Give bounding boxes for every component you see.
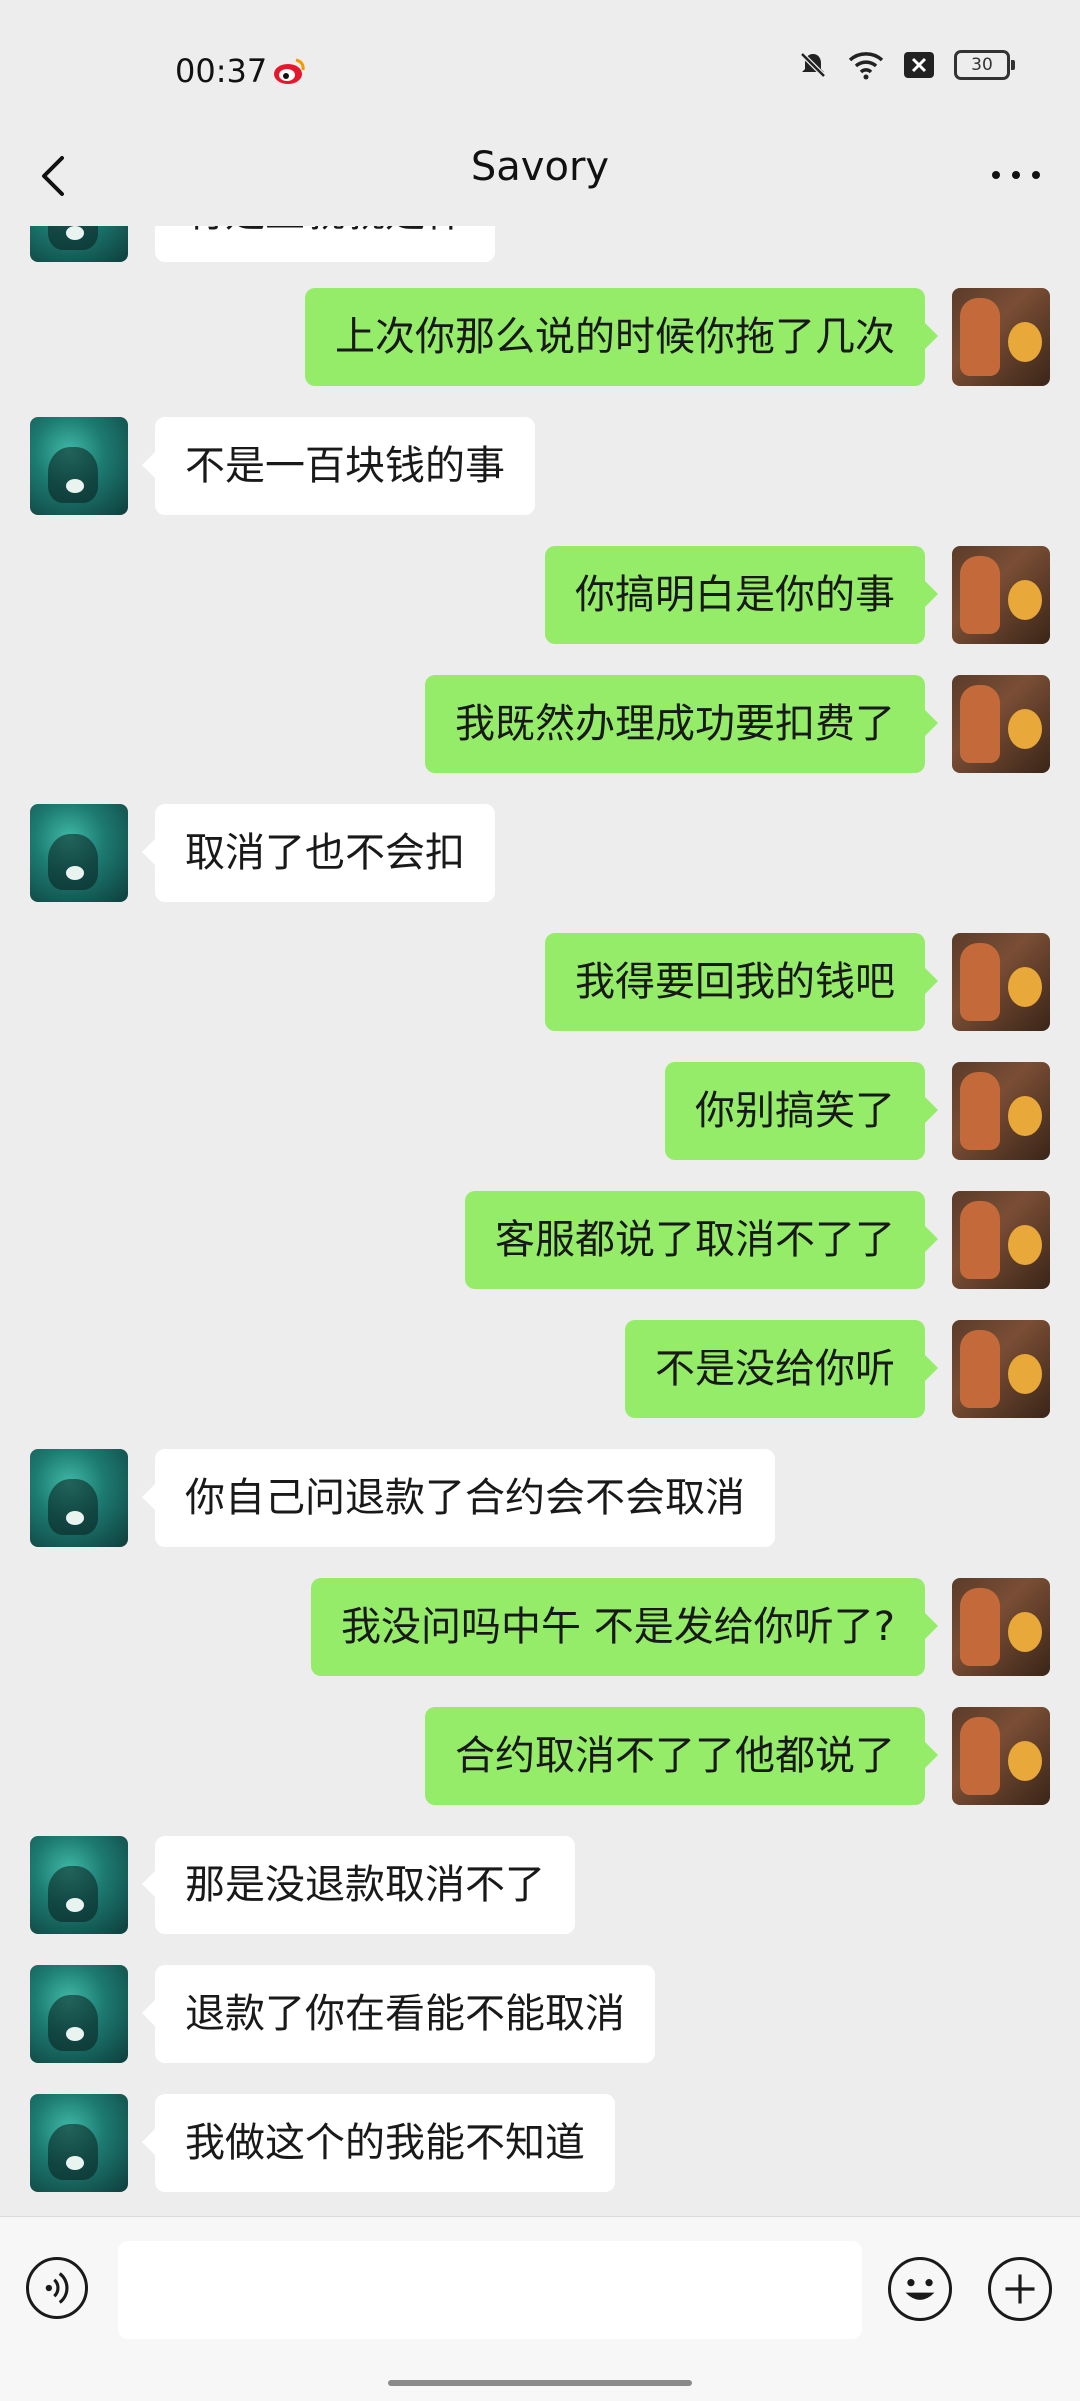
- plus-icon[interactable]: [988, 2257, 1052, 2321]
- message-row: 上次你那么说的时候你拖了几次: [0, 288, 1080, 386]
- message-bubble[interactable]: 我既然办理成功要扣费了: [425, 675, 938, 773]
- input-bar: [0, 2216, 1080, 2401]
- message-input[interactable]: [118, 2241, 862, 2339]
- sim-disabled-icon: [904, 52, 934, 78]
- message-row: 不是一百块钱的事: [0, 417, 1080, 515]
- my-avatar[interactable]: [952, 1191, 1050, 1289]
- status-time: 00:37: [175, 52, 268, 90]
- peer-avatar[interactable]: [30, 2094, 128, 2192]
- message-row: 我没问吗中午 不是发给你听了?: [0, 1578, 1080, 1676]
- my-avatar[interactable]: [952, 675, 1050, 773]
- peer-avatar[interactable]: [30, 1449, 128, 1547]
- message-bubble[interactable]: 不是没给你听: [625, 1320, 938, 1418]
- message-row: 你自己问退款了合约会不会取消: [0, 1449, 1080, 1547]
- status-icons: 30: [798, 50, 1015, 80]
- message-bubble[interactable]: 客服都说了取消不了了: [465, 1191, 938, 1289]
- message-bubble[interactable]: 你别搞笑了: [665, 1062, 938, 1160]
- message-bubble[interactable]: 你搞明白是你的事: [545, 546, 938, 644]
- my-avatar[interactable]: [952, 1578, 1050, 1676]
- message-row: 客服都说了取消不了了: [0, 1191, 1080, 1289]
- message-row: 你搞明白是你的事: [0, 546, 1080, 644]
- message-row: 不是没给你听: [0, 1320, 1080, 1418]
- message-bubble[interactable]: 你自己问退款了合约会不会取消: [142, 1449, 775, 1547]
- message-row: 你别搞笑了: [0, 1062, 1080, 1160]
- message-bubble[interactable]: 我没问吗中午 不是发给你听了?: [311, 1578, 938, 1676]
- message-row: 我得要回我的钱吧: [0, 933, 1080, 1031]
- message-bubble[interactable]: 我做这个的我能不知道: [142, 2094, 615, 2192]
- voice-icon[interactable]: [26, 2257, 88, 2319]
- message-row: 那是没退款取消不了: [0, 1836, 1080, 1934]
- my-avatar[interactable]: [952, 546, 1050, 644]
- my-avatar[interactable]: [952, 1707, 1050, 1805]
- my-avatar[interactable]: [952, 1320, 1050, 1418]
- message-bubble[interactable]: 上次你那么说的时候你拖了几次: [305, 288, 938, 386]
- emoji-icon[interactable]: [888, 2257, 952, 2321]
- message-row: 我做这个的我能不知道: [0, 2094, 1080, 2192]
- message-row: 我既然办理成功要扣费了: [0, 675, 1080, 773]
- peer-avatar[interactable]: [30, 1965, 128, 2063]
- message-bubble[interactable]: 我得要回我的钱吧: [545, 933, 938, 1031]
- message-list[interactable]: 有是上就就是什 上次你那么说的时候你拖了几次 不是一百块钱的事 你搞明白是你的事…: [0, 226, 1080, 2216]
- mute-icon: [800, 52, 826, 78]
- message-bubble[interactable]: 不是一百块钱的事: [142, 417, 535, 515]
- chat-title[interactable]: Savory: [0, 144, 1080, 190]
- message-bubble[interactable]: 退款了你在看能不能取消: [142, 1965, 655, 2063]
- status-bar: 00:37 30: [0, 0, 1080, 140]
- home-indicator[interactable]: [388, 2380, 692, 2386]
- my-avatar[interactable]: [952, 1062, 1050, 1160]
- peer-avatar[interactable]: [30, 417, 128, 515]
- message-bubble[interactable]: 有是上就就是什: [155, 226, 495, 262]
- message-bubble[interactable]: 取消了也不会扣: [142, 804, 495, 902]
- chat-header: Savory: [0, 140, 1080, 228]
- battery-icon: 30: [954, 50, 1015, 80]
- message-bubble[interactable]: 那是没退款取消不了: [142, 1836, 575, 1934]
- peer-avatar[interactable]: [30, 804, 128, 902]
- message-row: 取消了也不会扣: [0, 804, 1080, 902]
- weibo-icon: [274, 58, 305, 84]
- message-row: 合约取消不了了他都说了: [0, 1707, 1080, 1805]
- message-bubble[interactable]: 合约取消不了了他都说了: [425, 1707, 938, 1805]
- more-dots-icon[interactable]: [988, 160, 1044, 190]
- wifi-icon: [848, 52, 884, 80]
- message-row: 退款了你在看能不能取消: [0, 1965, 1080, 2063]
- my-avatar[interactable]: [952, 933, 1050, 1031]
- peer-avatar[interactable]: [30, 226, 128, 262]
- peer-avatar[interactable]: [30, 1836, 128, 1934]
- message-row: 有是上就就是什: [0, 226, 1080, 262]
- my-avatar[interactable]: [952, 288, 1050, 386]
